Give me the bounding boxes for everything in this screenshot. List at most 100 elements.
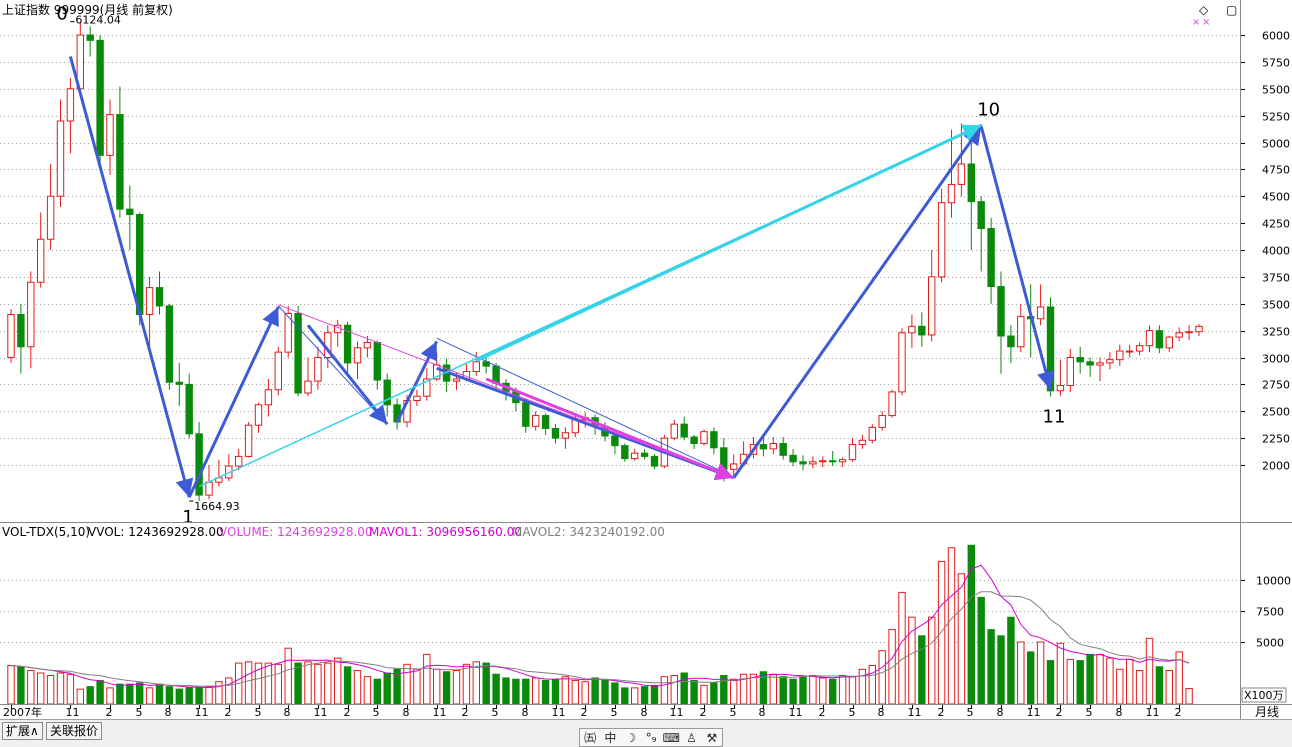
candle-body (1155, 330, 1164, 349)
candle-body (27, 281, 35, 348)
volume-bar (244, 661, 253, 705)
x-tick-label: 8 (641, 706, 648, 719)
y-tick-label: 2250 (1262, 433, 1290, 446)
volume-bar (1076, 660, 1084, 705)
volume-bar (631, 687, 639, 705)
x-tick-label: 2 (700, 706, 707, 719)
chinese-char-icon[interactable]: 中 (601, 729, 619, 746)
diamond-icon[interactable]: ◇ (1199, 3, 1209, 17)
volume-bar (561, 676, 570, 705)
x-tick-label: 5 (967, 706, 974, 719)
x-tick-label: 2 (225, 706, 232, 719)
stock-icon[interactable]: ㈤ (581, 729, 599, 746)
volume-bar (947, 547, 956, 705)
volume-bar (1046, 660, 1055, 705)
degree-icon[interactable]: °₉ (642, 731, 660, 745)
volume-bar (452, 670, 461, 705)
candle-body (185, 383, 193, 435)
volume-bar (987, 629, 995, 705)
candle-body (165, 305, 174, 383)
x-tick-label: 5 (492, 706, 499, 719)
y-tick-label: 5750 (1262, 57, 1290, 70)
volume-bar (383, 672, 391, 705)
candle-body (1106, 359, 1114, 364)
candle-body (898, 332, 906, 393)
volume-bar (403, 663, 411, 705)
volume-bar (759, 671, 768, 705)
volume-bar (7, 665, 15, 705)
candle-body (314, 357, 322, 382)
x-tick-label: 11 (433, 706, 447, 719)
candle-body (1076, 357, 1084, 363)
volume-bar (76, 688, 84, 705)
candle-body (7, 314, 15, 358)
volume-bar (710, 682, 718, 705)
volume-bar (957, 573, 966, 705)
volume-bar (264, 662, 273, 705)
volume-bar (848, 676, 857, 705)
x-tick-label: 5 (730, 706, 737, 719)
volume-bar (1165, 670, 1173, 705)
volume-bar (868, 665, 876, 705)
volume-bar (334, 657, 342, 705)
wrench-icon[interactable]: ⚒ (703, 731, 721, 745)
y-tick-label: 4500 (1262, 191, 1290, 204)
y-tick-label: 3500 (1262, 299, 1290, 312)
candle-body (769, 443, 777, 450)
volume-bar (918, 635, 926, 705)
candle-body (155, 287, 164, 307)
candle-body (264, 389, 273, 406)
candle-body (116, 114, 124, 210)
volume-bar (343, 666, 352, 705)
candle-body (274, 351, 283, 391)
candle-body (640, 452, 649, 457)
candle-body (848, 444, 857, 461)
volume-bar (730, 678, 738, 705)
x-tick-label: 8 (1116, 706, 1123, 719)
volume-bar (96, 679, 104, 705)
restore-window-icon[interactable]: ▢ (1226, 3, 1237, 17)
volume-bar (1116, 668, 1124, 705)
candle-body (611, 435, 619, 447)
candle-body (621, 445, 629, 460)
related-quote-tab[interactable]: 关联报价 (46, 722, 103, 740)
candle-body (1126, 350, 1134, 353)
vol-y-tick-label: 5000 (1256, 637, 1284, 650)
candle-body (1185, 331, 1193, 334)
candle-body (175, 381, 184, 385)
candle-body (779, 443, 787, 456)
person-icon[interactable]: ♙ (683, 731, 701, 745)
candle-body (551, 427, 560, 439)
x-tick-label: 8 (878, 706, 885, 719)
volume-bar (1135, 670, 1144, 705)
volume-bar (482, 662, 490, 705)
candle-body (1086, 361, 1094, 366)
volume-bar (1145, 637, 1154, 705)
x-tick-label: 8 (403, 706, 410, 719)
volume-bar (858, 668, 867, 705)
candle-body (878, 415, 886, 428)
volume-bar (749, 673, 758, 705)
volume-bar (997, 635, 1005, 705)
candle-body (650, 455, 659, 467)
x-tick-label: 8 (165, 706, 172, 719)
volume-bar (878, 650, 886, 705)
candle-body (631, 452, 639, 460)
candle-body (928, 276, 936, 336)
volume-bar (571, 679, 579, 705)
candle-body (205, 481, 213, 496)
kline-chart: 2000 2250 2500 2750 3000 3250 3500 3750 4000 4250… (0, 0, 1292, 719)
expand-tab[interactable]: 扩展∧ (2, 722, 43, 740)
volume-bar (165, 686, 174, 705)
volume-bar (136, 682, 144, 705)
y-tick-label: 5250 (1262, 111, 1290, 124)
volume-bar (284, 647, 292, 705)
y-tick-label: 2750 (1262, 379, 1290, 392)
keyboard-icon[interactable]: ⌨ (662, 731, 680, 745)
volume-bar (472, 661, 481, 705)
candle-body (700, 431, 708, 444)
volume-bar (690, 679, 698, 705)
moon-icon[interactable]: ☽ (622, 731, 640, 745)
volume-bar (532, 677, 540, 705)
volume-bar (591, 677, 599, 705)
